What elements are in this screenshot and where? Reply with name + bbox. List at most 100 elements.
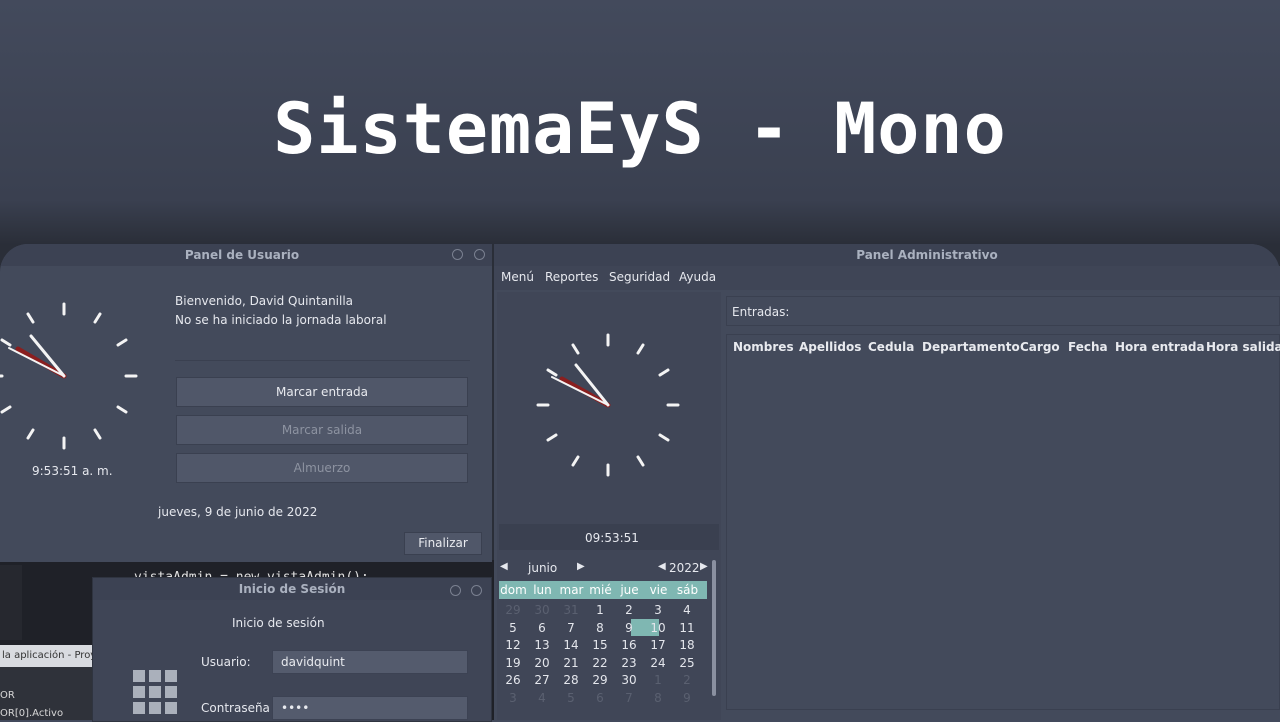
prev-month-icon[interactable]: ◀ [500,561,508,572]
calendar-day[interactable]: 29 [586,673,614,687]
calendar-day[interactable]: 2 [673,673,701,687]
menu-item-menu[interactable]: Menú [501,270,534,284]
calendar-day[interactable]: 9 [615,621,643,635]
calendar-weekday: mar [559,583,584,597]
calendar-weekday: vie [649,583,668,597]
next-month-icon[interactable]: ▶ [577,561,585,572]
calendar-day[interactable]: 4 [528,691,556,705]
calendar-day[interactable]: 16 [615,638,643,652]
welcome-text: Bienvenido, David Quintanilla [175,294,354,308]
login-titlebar: Inicio de Sesión [93,578,491,600]
prev-year-icon[interactable]: ◀ [658,561,666,572]
calendar-day[interactable]: 20 [528,656,556,670]
entries-table [726,334,1280,710]
calendar-weekday: dom [500,583,527,597]
ide-gutter [0,565,22,640]
password-label: Contraseña [201,701,270,715]
entries-box [726,296,1280,326]
keypad-icon [133,670,181,718]
admin-panel-titlebar: Panel Administrativo [494,244,1280,266]
calendar-day[interactable]: 11 [673,621,701,635]
close-icon[interactable] [474,249,485,260]
column-header-date[interactable]: Fecha [1068,340,1108,354]
status-text: No se ha iniciado la jornada laboral [175,313,387,327]
calendar-weekday: lun [533,583,552,597]
calendar-day[interactable]: 26 [499,673,527,687]
login-heading: Inicio de sesión [232,616,325,630]
calendar-day[interactable]: 7 [557,621,585,635]
ide-bar-label: la aplicación - Proye [2,650,103,661]
date-text: jueves, 9 de junio de 2022 [158,505,318,519]
ide-line-2: OR[0].Activo [0,708,64,719]
password-input[interactable]: •••• [272,696,468,720]
calendar-day[interactable]: 8 [586,621,614,635]
column-header-check-out[interactable]: Hora salida [1206,340,1280,354]
calendar-day[interactable]: 8 [644,691,672,705]
lunch-button[interactable]: Almuerzo [176,453,468,483]
admin-panel-title: Panel Administrativo [856,248,998,262]
calendar-day[interactable]: 14 [557,638,585,652]
check-out-button[interactable]: Marcar salida [176,415,468,445]
column-header-check-in[interactable]: Hora entrada [1115,340,1205,354]
calendar-day[interactable]: 5 [557,691,585,705]
column-header-id[interactable]: Cedula [868,340,914,354]
finish-button[interactable]: Finalizar [404,532,482,555]
calendar-day[interactable]: 19 [499,656,527,670]
calendar-day[interactable]: 21 [557,656,585,670]
calendar-day[interactable]: 27 [528,673,556,687]
banner-title: SistemaEyS - Mono [273,88,1007,170]
calendar-day[interactable]: 1 [586,603,614,617]
calendar-day[interactable]: 23 [615,656,643,670]
calendar-weekday: jue [620,583,639,597]
calendar-day[interactable]: 1 [644,673,672,687]
calendar-day[interactable]: 6 [528,621,556,635]
column-header-department[interactable]: Departamento [922,340,1020,354]
user-panel-title: Panel de Usuario [184,248,300,262]
calendar-day[interactable]: 3 [644,603,672,617]
ide-bottom-bar[interactable]: la aplicación - Proye [0,645,102,667]
calendar-day[interactable]: 15 [586,638,614,652]
calendar-day[interactable]: 29 [499,603,527,617]
calendar-day[interactable]: 24 [644,656,672,670]
analog-clock-icon [0,302,138,450]
calendar-day[interactable]: 31 [557,603,585,617]
next-year-icon[interactable]: ▶ [700,561,708,572]
minimize-icon[interactable] [452,249,463,260]
calendar-year: 2022 [669,561,700,575]
calendar-day[interactable]: 7 [615,691,643,705]
calendar-day[interactable]: 6 [586,691,614,705]
calendar-day[interactable]: 25 [673,656,701,670]
calendar-weekday: mié [589,583,612,597]
column-header-surnames[interactable]: Apellidos [799,340,861,354]
calendar-day[interactable]: 3 [499,691,527,705]
divider [175,360,470,361]
calendar-day[interactable]: 5 [499,621,527,635]
calendar-month: junio [528,561,558,575]
column-header-names[interactable]: Nombres [733,340,794,354]
calendar-day[interactable]: 9 [673,691,701,705]
calendar-scrollbar[interactable] [712,560,716,696]
user-panel-titlebar: Panel de Usuario [0,244,492,266]
user-clock-time: 9:53:51 a. m. [32,464,113,478]
minimize-icon[interactable] [450,585,461,596]
calendar-day[interactable]: 30 [615,673,643,687]
admin-clock-time: 09:53:51 [585,531,639,545]
check-in-button[interactable]: Marcar entrada [176,377,468,407]
calendar-day[interactable]: 2 [615,603,643,617]
calendar-day[interactable]: 30 [528,603,556,617]
calendar-day[interactable]: 4 [673,603,701,617]
calendar-day[interactable]: 18 [673,638,701,652]
close-icon[interactable] [471,585,482,596]
calendar-day[interactable]: 12 [499,638,527,652]
calendar-weekday: sáb [676,583,699,597]
menu-item-help[interactable]: Ayuda [679,270,716,284]
calendar-day[interactable]: 17 [644,638,672,652]
menu-item-security[interactable]: Seguridad [609,270,670,284]
username-input[interactable]: davidquint [272,650,468,674]
calendar-day[interactable]: 22 [586,656,614,670]
calendar-day[interactable]: 10 [644,621,672,635]
column-header-position[interactable]: Cargo [1020,340,1060,354]
menu-item-reports[interactable]: Reportes [545,270,598,284]
calendar-day[interactable]: 13 [528,638,556,652]
calendar-day[interactable]: 28 [557,673,585,687]
